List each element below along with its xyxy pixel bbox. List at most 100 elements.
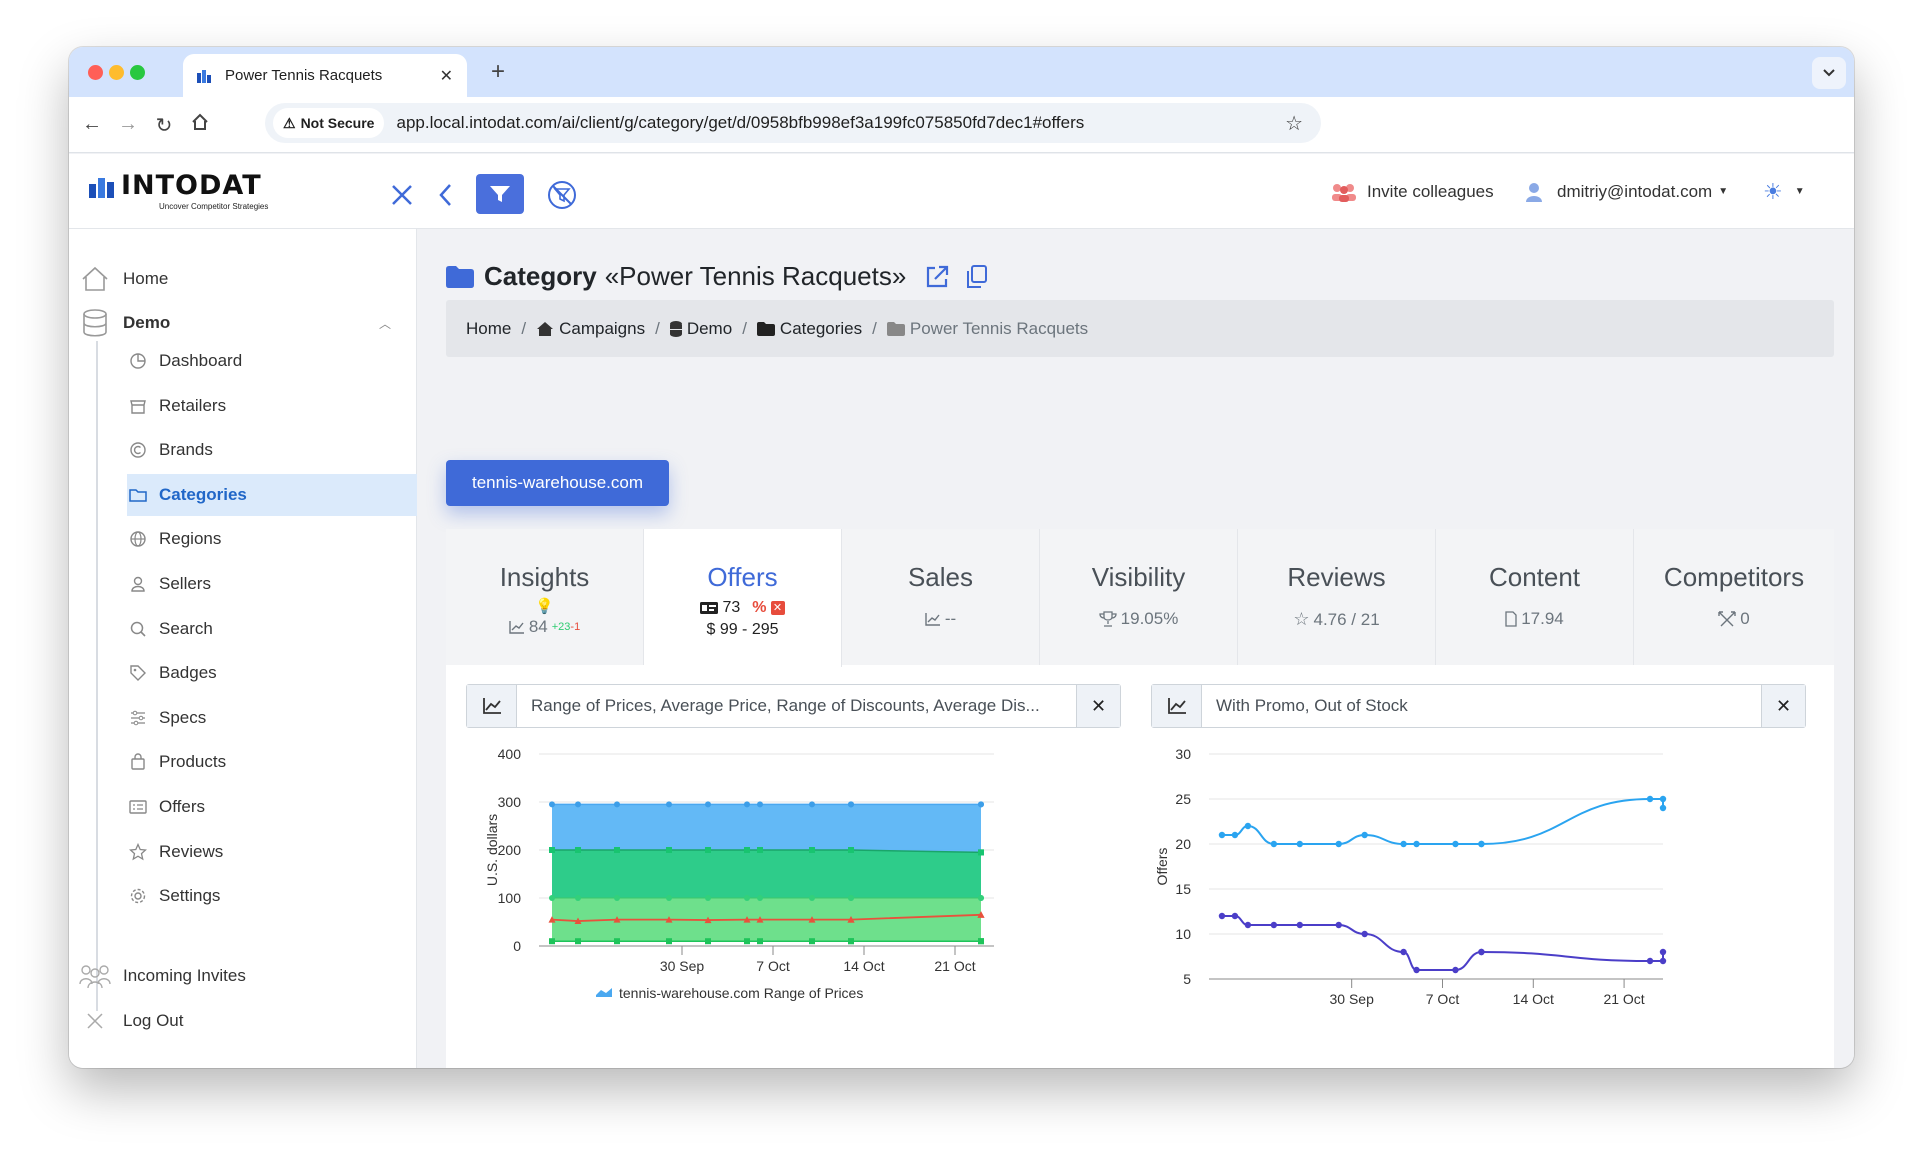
folder-icon bbox=[129, 489, 147, 502]
sidebar-item-label: Offers bbox=[159, 797, 205, 816]
sidebar-item-badges[interactable]: Badges bbox=[127, 652, 417, 694]
sidebar-item-specs[interactable]: Specs bbox=[127, 697, 417, 739]
sidebar-item-dashboard[interactable]: Dashboard bbox=[127, 340, 417, 382]
retailer-button[interactable]: tennis-warehouse.com bbox=[446, 460, 669, 506]
discount-lower-point bbox=[848, 938, 854, 945]
bookmark-star-icon[interactable]: ☆ bbox=[1285, 111, 1303, 136]
out-of-stock-line bbox=[1221, 915, 1664, 971]
sidebar-item-retailers[interactable]: Retailers bbox=[127, 385, 417, 427]
tab-offers[interactable]: Offers 73 % ✕ $ 99 - 295 bbox=[644, 529, 842, 667]
logo-icon bbox=[89, 178, 114, 198]
clear-selection-button[interactable]: ✕ bbox=[1076, 685, 1120, 727]
average-price-point bbox=[549, 847, 555, 853]
max-price-point bbox=[978, 801, 984, 808]
database-icon bbox=[669, 320, 682, 337]
sidebar-item-logout[interactable]: Log Out bbox=[79, 1000, 184, 1042]
close-sidebar-button[interactable] bbox=[387, 176, 417, 214]
breadcrumb-campaigns[interactable]: Campaigns bbox=[559, 319, 645, 339]
sidebar-item-label: Settings bbox=[159, 886, 221, 906]
sidebar-item-products[interactable]: Products bbox=[127, 741, 417, 783]
x-tick-label: 14 Oct bbox=[843, 958, 884, 974]
user-menu[interactable]: dmitriy@intodat.com ▼ bbox=[1525, 154, 1728, 229]
chart-type-button[interactable] bbox=[467, 685, 517, 727]
browser-window: Power Tennis Racquets ✕ + ← → ↻ ⚠ Not Se… bbox=[69, 47, 1854, 1068]
tab-visibility[interactable]: Visibility 19.05% bbox=[1040, 529, 1238, 665]
new-tab-button[interactable]: + bbox=[483, 57, 513, 87]
sidebar-item-categories[interactable]: Categories bbox=[127, 473, 417, 516]
user-icon bbox=[131, 576, 145, 592]
reload-button[interactable]: ↻ bbox=[151, 113, 177, 138]
breadcrumb-home[interactable]: Home bbox=[466, 319, 511, 339]
sidebar-item-label: Reviews bbox=[159, 841, 224, 861]
offers-chart: 5 10 15 20 25 30 30 Sep 7 Oct 14 Oct 21 Oct Offers bbox=[1154, 746, 1667, 1007]
tab-search-button[interactable] bbox=[1812, 57, 1846, 89]
forward-button[interactable]: → bbox=[115, 113, 141, 136]
sidebar-item-label: Categories bbox=[159, 484, 247, 504]
discount-upper-point bbox=[978, 895, 984, 901]
y-axis-label: Offers bbox=[1154, 848, 1170, 886]
sidebar-item-home[interactable]: Home bbox=[79, 258, 168, 300]
sidebar-item-label: Retailers bbox=[159, 395, 227, 415]
left-series-selector[interactable]: Range of Prices, Average Price, Range of… bbox=[466, 684, 1121, 728]
clear-selection-button[interactable]: ✕ bbox=[1761, 685, 1805, 727]
external-link-icon[interactable] bbox=[924, 264, 950, 290]
copy-icon[interactable] bbox=[964, 264, 988, 290]
out-of-stock-point bbox=[1646, 957, 1654, 965]
tab-insights[interactable]: Insights 💡 84 +23 -1 bbox=[446, 529, 644, 665]
with-promo-point bbox=[1231, 831, 1239, 839]
collapse-button[interactable] bbox=[433, 176, 457, 214]
page-title: Category «Power Tennis Racquets» bbox=[446, 261, 988, 292]
sidebar-item-regions[interactable]: Regions bbox=[127, 518, 417, 560]
sidebar-item-offers[interactable]: Offers bbox=[127, 786, 417, 828]
filter-button[interactable] bbox=[476, 174, 524, 214]
out-of-stock-point bbox=[1361, 930, 1368, 938]
right-series-selector[interactable]: With Promo, Out of Stock ✕ bbox=[1151, 684, 1806, 728]
sidebar-item-reviews[interactable]: Reviews bbox=[127, 831, 417, 873]
discount-lower-point bbox=[757, 938, 763, 945]
metrics-card: Insights 💡 84 +23 -1 Offers 73 % ✕ $ 99 … bbox=[446, 529, 1834, 1068]
security-chip[interactable]: ⚠ Not Secure bbox=[273, 108, 385, 138]
sidebar-item-settings[interactable]: Settings bbox=[127, 875, 417, 917]
address-bar[interactable]: ⚠ Not Secure app.local.intodat.com/ai/cl… bbox=[265, 103, 1321, 143]
tab-content[interactable]: Content 17.94 bbox=[1436, 529, 1634, 665]
chart-line-icon bbox=[509, 621, 524, 634]
series-selector-text[interactable]: Range of Prices, Average Price, Range of… bbox=[517, 685, 1076, 727]
out-of-stock-point bbox=[1452, 966, 1459, 974]
y-tick-label: 100 bbox=[498, 890, 522, 906]
store-icon bbox=[130, 399, 146, 414]
star-icon: ☆ bbox=[1293, 609, 1310, 629]
tab-competitors[interactable]: Competitors 0 bbox=[1634, 529, 1834, 665]
invite-colleagues-link[interactable]: Invite colleagues bbox=[1331, 154, 1494, 229]
browser-tab[interactable]: Power Tennis Racquets ✕ bbox=[183, 54, 467, 97]
discount-lower-point bbox=[666, 938, 672, 945]
filter-icon bbox=[490, 186, 510, 202]
with-promo-point bbox=[1335, 840, 1342, 848]
max-price-point bbox=[549, 801, 555, 808]
tab-sales[interactable]: Sales -- bbox=[842, 529, 1040, 665]
breadcrumb-demo[interactable]: Demo bbox=[687, 319, 732, 339]
maximize-window-button[interactable] bbox=[130, 65, 145, 80]
close-tab-icon[interactable]: ✕ bbox=[440, 66, 453, 86]
sidebar-item-incoming-invites[interactable]: Incoming Invites bbox=[79, 955, 246, 997]
series-selector-text[interactable]: With Promo, Out of Stock bbox=[1202, 685, 1761, 727]
breadcrumb-categories[interactable]: Categories bbox=[780, 319, 862, 339]
chart-type-button[interactable] bbox=[1152, 685, 1202, 727]
app-header: INTODAT Uncover Competitor Strategies In… bbox=[69, 154, 1854, 229]
with-promo-point bbox=[1659, 804, 1667, 812]
close-window-button[interactable] bbox=[88, 65, 103, 80]
breadcrumb-current: Power Tennis Racquets bbox=[909, 318, 1089, 338]
out-of-stock-point bbox=[1478, 948, 1485, 956]
list-icon bbox=[129, 800, 147, 814]
minimize-window-button[interactable] bbox=[109, 65, 124, 80]
clear-filter-button[interactable] bbox=[545, 176, 579, 214]
sidebar-item-brands[interactable]: Brands bbox=[127, 429, 417, 471]
home-button[interactable] bbox=[187, 113, 213, 137]
sidebar-group-demo[interactable]: Demo ︿ bbox=[79, 302, 409, 344]
discount-lower-point bbox=[575, 938, 581, 945]
sidebar-item-search[interactable]: Search bbox=[127, 608, 417, 650]
sidebar-item-label: Brands bbox=[159, 440, 213, 460]
back-button[interactable]: ← bbox=[79, 113, 105, 136]
tab-reviews[interactable]: Reviews ☆ 4.76 / 21 bbox=[1238, 529, 1436, 665]
theme-toggle[interactable]: ☀ ▼ bbox=[1763, 154, 1805, 229]
sidebar-item-sellers[interactable]: Sellers bbox=[127, 563, 417, 605]
